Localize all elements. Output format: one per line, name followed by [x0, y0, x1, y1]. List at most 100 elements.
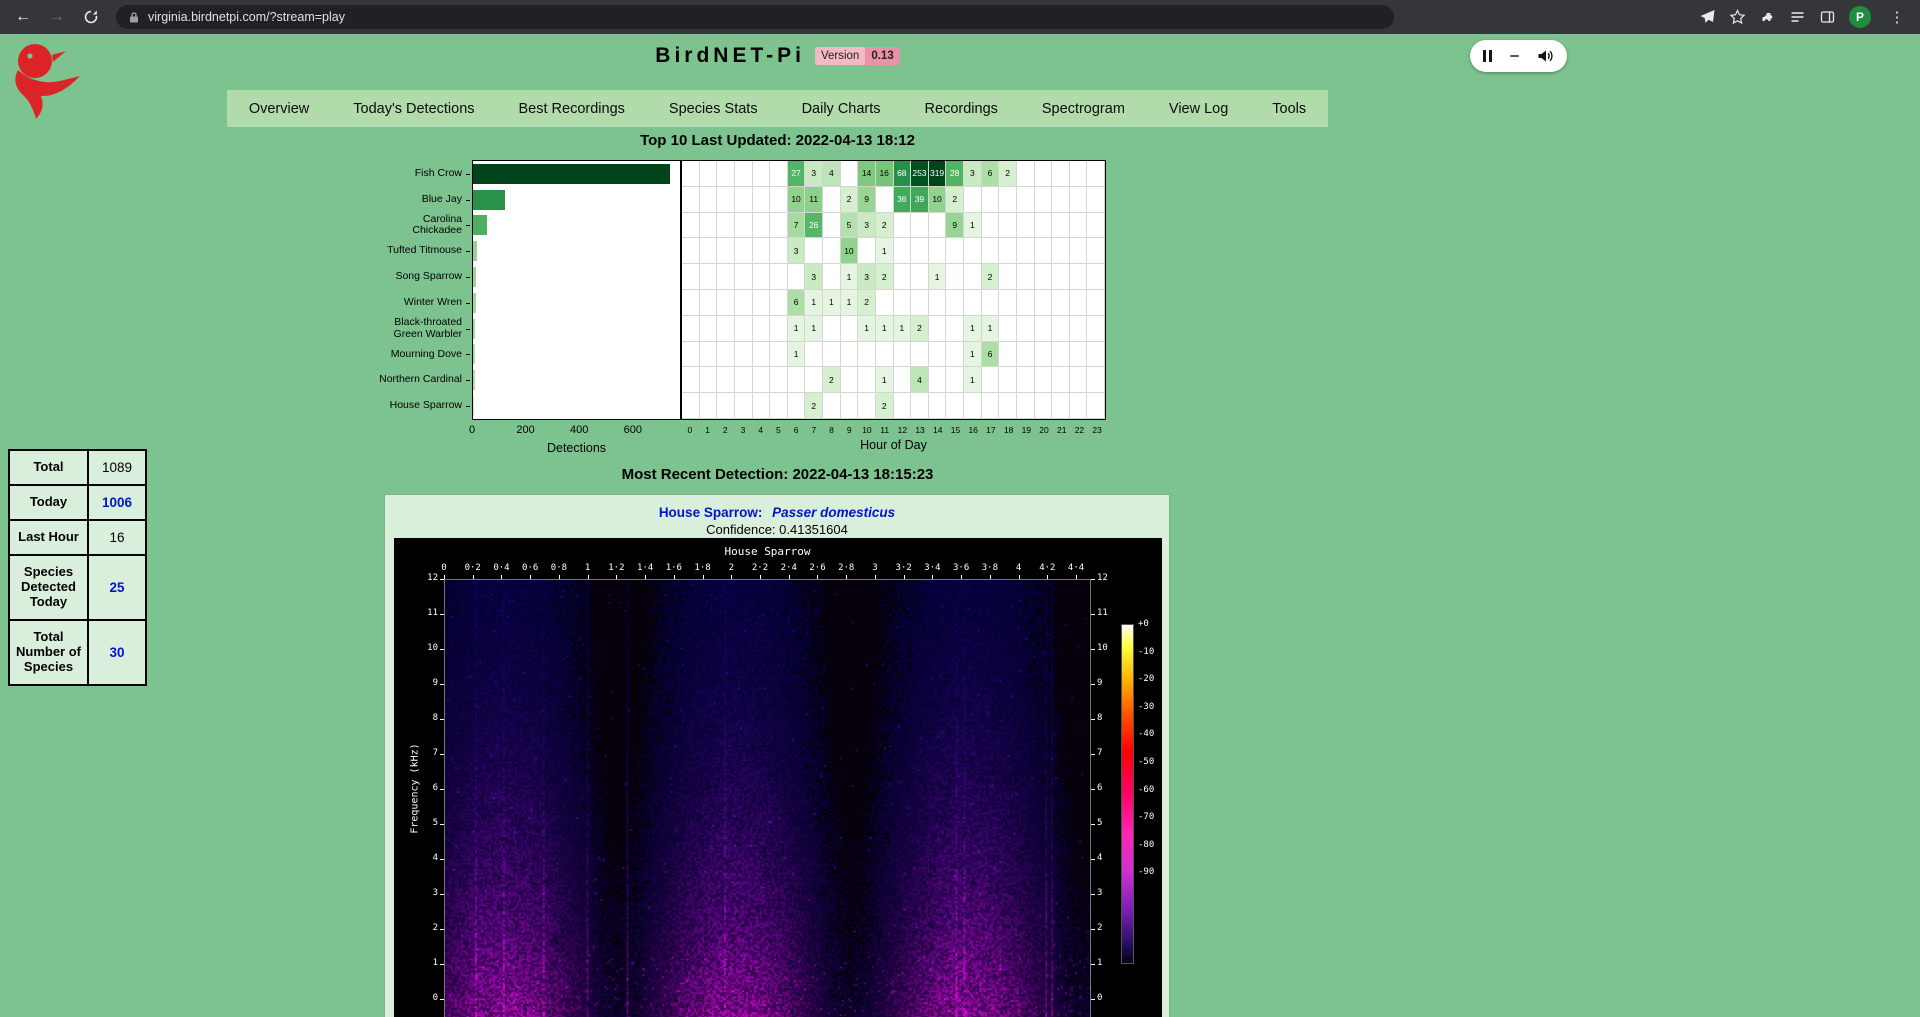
address-bar[interactable]: virginia.birdnetpi.com/?stream=play [116, 5, 1394, 29]
summary-value[interactable]: 30 [88, 620, 146, 685]
heatmap-cell [1017, 367, 1035, 393]
heatmap-cell [929, 290, 947, 316]
hour-axis-tick: 8 [829, 425, 834, 435]
detection-bar [473, 241, 477, 261]
detection-bar [473, 319, 475, 339]
heatmap-cell [841, 393, 859, 419]
nav-item-today-s-detections[interactable]: Today's Detections [331, 101, 496, 117]
heatmap-cell: 2 [823, 367, 841, 393]
heatmap-cell [823, 264, 841, 290]
spectro-y-tick: 3 [1097, 888, 1102, 898]
hour-axis-tick: 14 [933, 425, 942, 435]
heatmap-cell: 5 [841, 213, 859, 239]
heatmap-cell [929, 367, 947, 393]
heatmap-cell [717, 161, 735, 187]
spectro-y-tick: 10 [1097, 643, 1108, 653]
heatmap-cell [823, 238, 841, 264]
spectro-x-tick: 3·6 [953, 563, 969, 573]
nav-item-species-stats[interactable]: Species Stats [647, 101, 780, 117]
forward-button[interactable]: → [44, 4, 70, 30]
heatmap-cell [682, 161, 700, 187]
heatmap-cell [823, 393, 841, 419]
hour-axis-tick: 9 [847, 425, 852, 435]
spectro-y-tickmark [440, 719, 444, 720]
heatmap-cell [682, 393, 700, 419]
summary-label: Last Hour [9, 520, 88, 555]
detection-scientific-name[interactable]: Passer domesticus [772, 505, 895, 520]
nav-item-tools[interactable]: Tools [1250, 101, 1328, 117]
summary-row: Species Detected Today25 [9, 555, 146, 620]
bar-row [473, 213, 680, 239]
heatmap-cell [717, 264, 735, 290]
version-badge: Version 0.13 [815, 47, 900, 65]
heatmap-cell [823, 342, 841, 368]
extensions-icon[interactable] [1759, 9, 1776, 25]
site-header: BirdNET-Pi Version 0.13 [0, 38, 1555, 74]
spectro-x-tick: 3·4 [924, 563, 940, 573]
hour-axis-tick: 21 [1057, 425, 1066, 435]
heatmap-cell: 1 [788, 342, 806, 368]
nav-item-best-recordings[interactable]: Best Recordings [497, 101, 647, 117]
spectro-y-tick: 9 [1097, 678, 1102, 688]
heatmap-cell [770, 264, 788, 290]
nav-item-recordings[interactable]: Recordings [903, 101, 1020, 117]
heatmap-cell [999, 367, 1017, 393]
spectro-y-tick: 5 [1097, 818, 1102, 828]
heatmap-cell: 3 [858, 264, 876, 290]
db-tick: -90 [1138, 867, 1154, 877]
hour-axis-tick: 1 [705, 425, 710, 435]
top10-heading: Top 10 Last Updated: 2022-04-13 18:12 [0, 132, 1555, 149]
heatmap-cell: 1 [894, 316, 912, 342]
heatmap-cell: 1 [964, 367, 982, 393]
bookmark-star-icon[interactable] [1729, 9, 1746, 25]
profile-avatar[interactable]: P [1849, 6, 1871, 28]
back-button[interactable]: ← [10, 4, 36, 30]
heatmap-cell [753, 316, 771, 342]
heatmap-cell [1052, 213, 1070, 239]
nav-item-view-log[interactable]: View Log [1147, 101, 1250, 117]
heatmap-cell [1052, 187, 1070, 213]
detection-species-link[interactable]: House Sparrow: [659, 505, 763, 520]
spectro-x-tick: 1·2 [608, 563, 624, 573]
spectro-x-tick: 0·2 [465, 563, 481, 573]
species-label: Blue Jay [378, 187, 470, 213]
chart-species-labels: Fish CrowBlue JayCarolina ChickadeeTufte… [378, 161, 470, 419]
heatmap-cell [946, 367, 964, 393]
heatmap-cell: 36 [894, 187, 912, 213]
detection-bar [473, 396, 474, 416]
heatmap-cell: 3 [805, 264, 823, 290]
bar-row [473, 393, 680, 419]
heatmap-cell [964, 187, 982, 213]
spectro-x-tick: 1·8 [694, 563, 710, 573]
reading-list-icon[interactable] [1789, 9, 1806, 25]
nav-item-daily-charts[interactable]: Daily Charts [780, 101, 903, 117]
nav-item-spectrogram[interactable]: Spectrogram [1020, 101, 1147, 117]
reload-button[interactable] [78, 4, 104, 30]
heatmap-cell [1035, 161, 1053, 187]
heatmap-cell [753, 290, 771, 316]
heatmap-cell [1017, 187, 1035, 213]
spectro-y-tick: 2 [1097, 923, 1102, 933]
heatmap-cell: 1 [805, 316, 823, 342]
heatmap-cell [929, 238, 947, 264]
send-icon[interactable] [1699, 9, 1716, 25]
summary-value[interactable]: 25 [88, 555, 146, 620]
heatmap-cell: 3 [964, 161, 982, 187]
side-panel-icon[interactable] [1819, 9, 1836, 25]
heatmap-cell [964, 290, 982, 316]
spectro-y-tick: 11 [412, 608, 438, 618]
browser-menu-button[interactable]: ⋮ [1884, 4, 1910, 30]
heatmap-cell [894, 367, 912, 393]
lock-icon [128, 11, 140, 24]
spectro-y-tickmark [1091, 929, 1095, 930]
heatmap-cell [1087, 316, 1105, 342]
heatmap-cell [999, 393, 1017, 419]
heatmap-cell [894, 238, 912, 264]
heatmap-cell [1070, 290, 1088, 316]
nav-item-overview[interactable]: Overview [227, 101, 331, 117]
summary-value[interactable]: 1006 [88, 485, 146, 520]
heatmap-cell [700, 161, 718, 187]
heatmap-cell: 1 [841, 264, 859, 290]
heatmap-cell [946, 290, 964, 316]
heatmap-cell [700, 342, 718, 368]
